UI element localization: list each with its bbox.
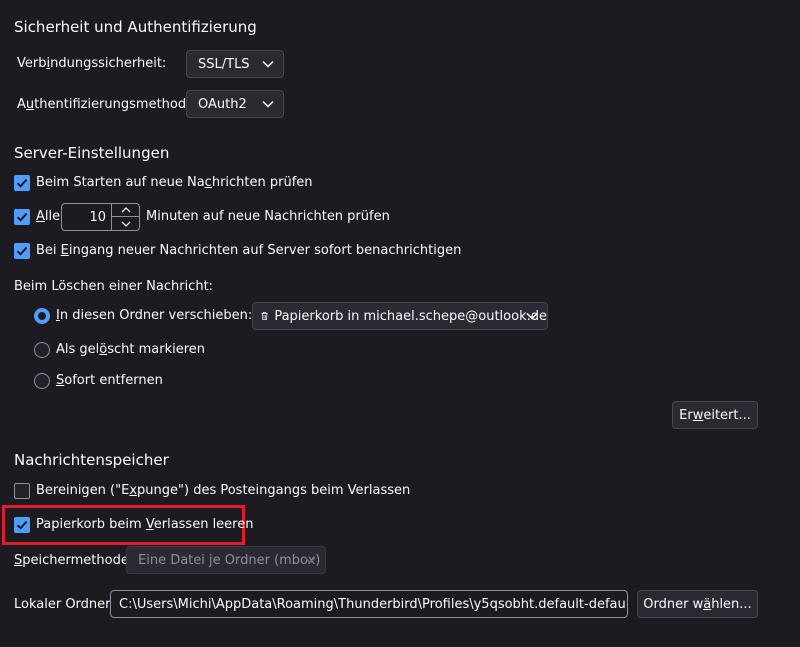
advanced-button-label: Erweitert... [679,407,751,423]
storage-method-dropdown[interactable]: Eine Datei je Ordner (mbox) [126,546,326,574]
check-on-startup-label: Beim Starten auf neue Nachrichten prüfen [36,175,313,190]
choose-folder-button[interactable]: Ordner wählen... [637,590,758,618]
expunge-label: Bereinigen ("Expunge") des Posteingangs … [36,483,411,498]
local-folder-path-value: C:\Users\Michi\AppData\Roaming\Thunderbi… [119,596,627,612]
chevron-down-icon [262,60,274,68]
move-to-folder-label: In diesen Ordner verschieben: [56,308,253,323]
connection-security-dropdown[interactable]: SSL/TLS [186,50,284,78]
empty-trash-label: Papierkorb beim Verlassen leeren [36,517,254,532]
auth-method-dropdown[interactable]: OAuth2 [186,90,284,118]
choose-folder-button-label: Ordner wählen... [643,596,752,612]
notify-checkbox[interactable] [14,243,30,259]
storage-method-value: Eine Datei je Ordner (mbox) [138,552,321,568]
interval-stepper[interactable]: 10 [61,203,140,231]
check-every-label: Alle [36,209,61,224]
check-on-startup-checkbox[interactable] [14,175,30,191]
storage-section-heading: Nachrichtenspeicher [14,451,169,469]
auth-method-label: Authentifizierungsmethode: [17,97,199,112]
connection-security-value: SSL/TLS [198,56,250,72]
local-folder-path-input[interactable]: C:\Users\Michi\AppData\Roaming\Thunderbi… [110,590,628,618]
chevron-up-icon [121,207,130,213]
mark-deleted-radio[interactable] [34,342,50,358]
mark-deleted-label: Als gelöscht markieren [56,342,206,357]
interval-value: 10 [89,209,106,225]
remove-immediately-radio[interactable] [34,373,50,389]
spin-down-button[interactable] [112,217,139,230]
checkmark-icon [16,178,28,188]
storage-method-label: Speichermethode: [14,553,134,568]
security-section-heading: Sicherheit und Authentifizierung [14,18,257,36]
local-folder-label: Lokaler Ordner: [14,597,115,612]
checkmark-icon [16,246,28,256]
interval-spin-buttons [111,204,139,230]
empty-trash-checkbox[interactable] [14,517,30,533]
chevron-down-icon [304,556,316,564]
connection-security-label: Verbindungssicherheit: [17,56,167,71]
delete-action-label: Beim Löschen einer Nachricht: [14,279,214,294]
trash-icon [261,312,268,321]
remove-immediately-label: Sofort entfernen [56,373,163,388]
trash-folder-value: Papierkorb in michael.schepe@outlook.de [274,308,547,324]
chevron-down-icon [121,221,130,227]
interval-suffix-label: Minuten auf neue Nachrichten prüfen [146,209,390,224]
check-every-checkbox[interactable] [14,209,30,225]
server-section-heading: Server-Einstellungen [14,144,170,162]
move-to-folder-radio[interactable] [34,308,50,324]
checkmark-icon [16,212,28,222]
advanced-button[interactable]: Erweitert... [672,401,758,429]
spin-up-button[interactable] [112,204,139,217]
chevron-down-icon [262,100,274,108]
chevron-down-icon [526,312,538,320]
auth-method-value: OAuth2 [198,96,247,112]
notify-label: Bei Eingang neuer Nachrichten auf Server… [36,243,462,258]
trash-folder-dropdown[interactable]: Papierkorb in michael.schepe@outlook.de [252,302,548,330]
expunge-checkbox[interactable] [14,483,30,499]
checkmark-icon [16,520,28,530]
